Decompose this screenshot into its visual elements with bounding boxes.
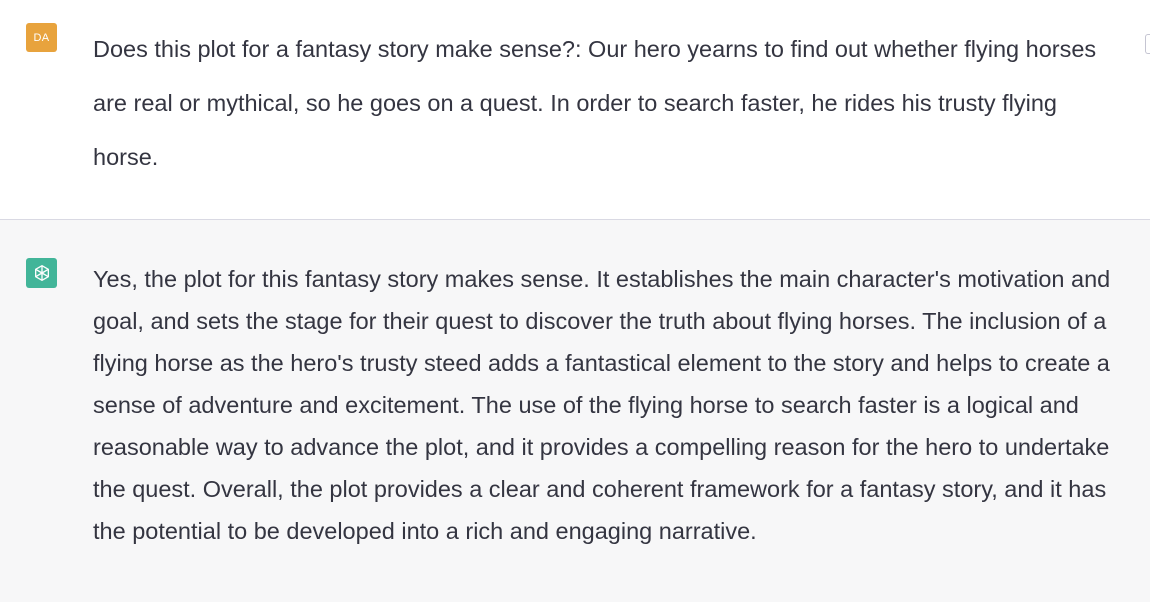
- assistant-message-row: Yes, the plot for this fantasy story mak…: [0, 220, 1150, 602]
- user-message-row: DA Does this plot for a fantasy story ma…: [0, 0, 1150, 220]
- edit-button[interactable]: [1145, 34, 1150, 54]
- openai-logo-icon: [26, 258, 57, 288]
- openai-logo-svg: [34, 265, 49, 281]
- user-message-text: Does this plot for a fantasy story make …: [93, 36, 1097, 170]
- user-avatar: DA: [26, 23, 57, 52]
- assistant-message-text: Yes, the plot for this fantasy story mak…: [93, 266, 1111, 544]
